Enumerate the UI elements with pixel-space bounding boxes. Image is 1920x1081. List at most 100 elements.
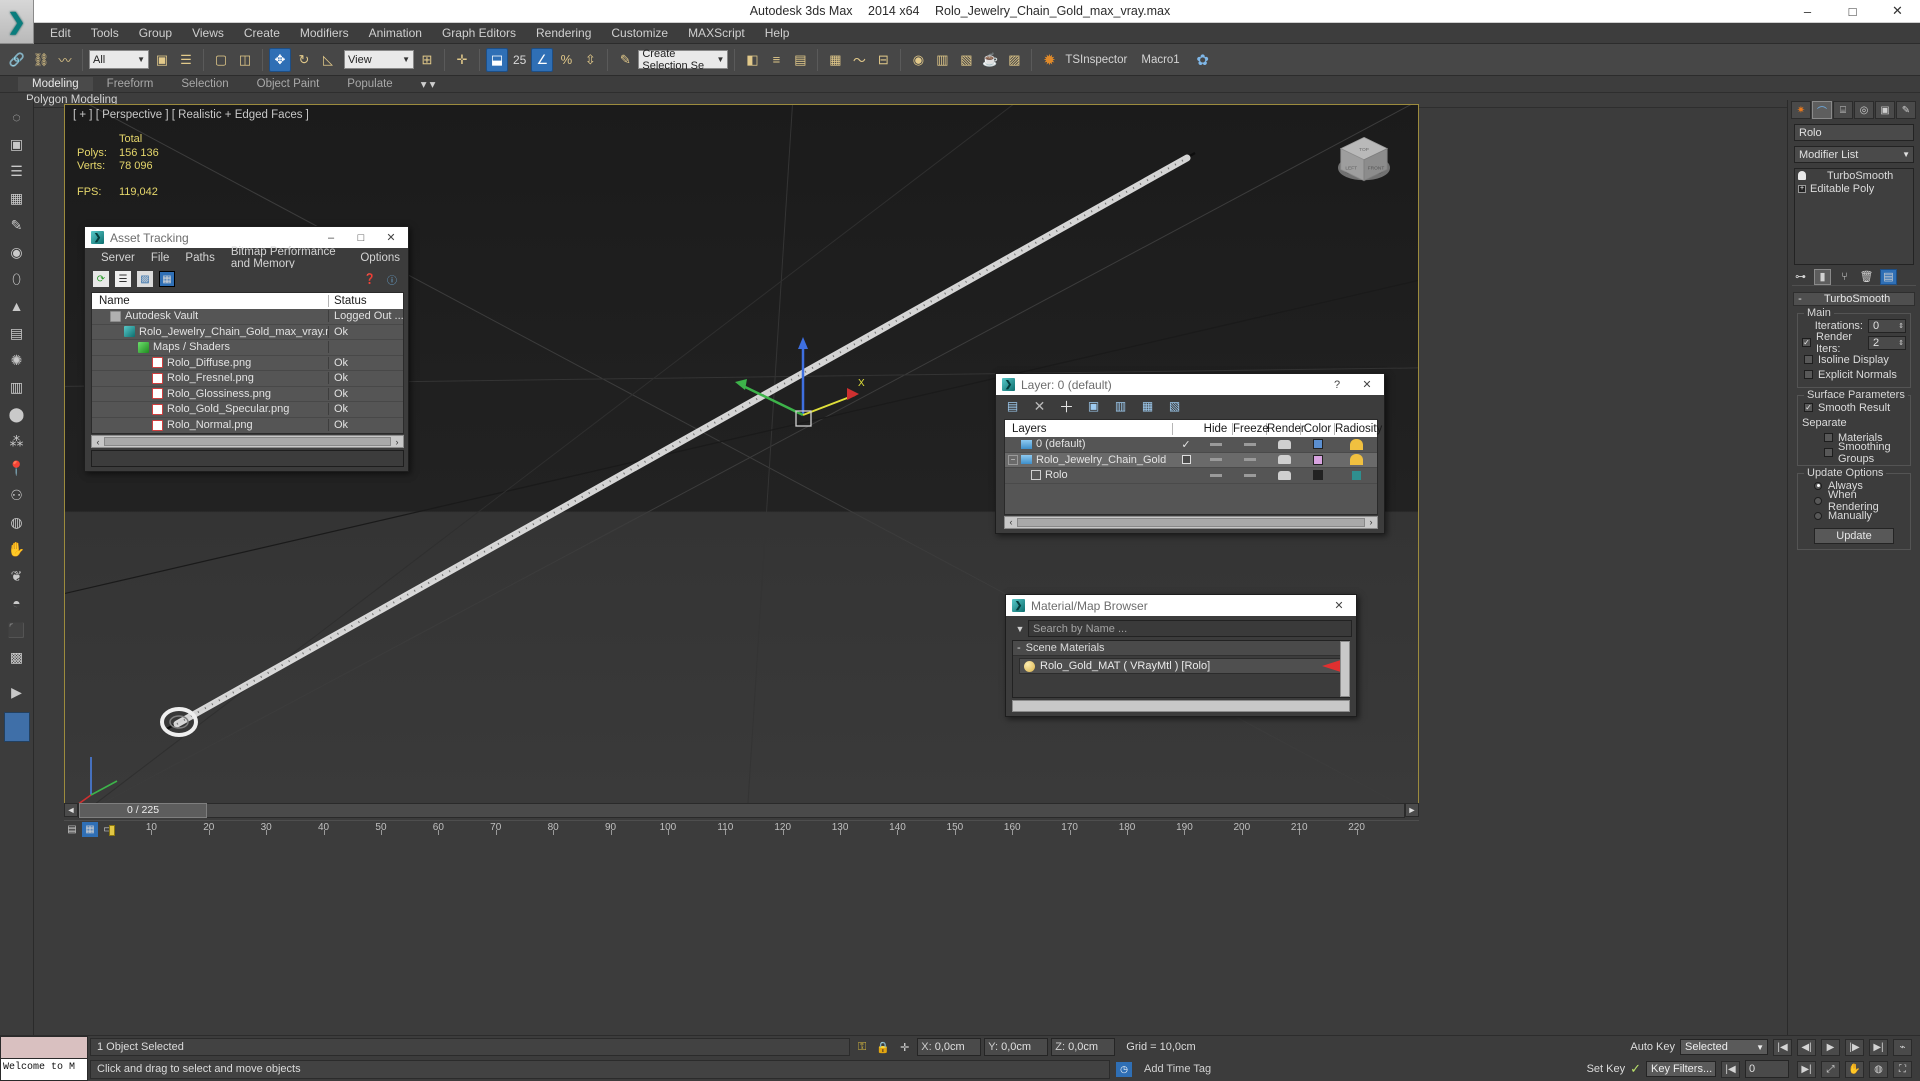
pan-view-icon[interactable]: ✋ [1845, 1060, 1864, 1078]
table-row[interactable]: Maps / Shaders [92, 340, 403, 356]
isoline-display-row[interactable]: Isoline Display [1802, 352, 1906, 367]
add-time-tag-label[interactable]: Add Time Tag [1144, 1063, 1211, 1075]
layer-column-radiosity[interactable]: Radiosity [1335, 423, 1382, 435]
coordinate-y-field[interactable]: Y: 0,0cm [984, 1038, 1049, 1056]
select-and-rotate-icon[interactable]: ↻ [293, 48, 315, 72]
mirror-icon[interactable]: ◧ [741, 48, 763, 72]
rectangular-selection-region-icon[interactable]: ▢ [210, 48, 232, 72]
tool-expand-icon[interactable]: ▶ [3, 679, 31, 705]
named-selection-set-combo[interactable]: Create Selection Se ▼ [638, 48, 729, 72]
material-vertical-scrollbar[interactable] [1340, 641, 1350, 697]
material-search-input[interactable]: Search by Name ... [1028, 620, 1352, 637]
tool-cube-icon[interactable]: ⬛ [3, 617, 31, 643]
table-row[interactable]: Rolo_Jewelry_Chain_Gold_max_vray.max Ok [92, 325, 403, 340]
tool-brush-icon[interactable]: ✎ [3, 212, 31, 238]
tab-motion[interactable]: ◎ [1854, 101, 1874, 119]
percent-snap-toggle-icon[interactable]: % [555, 48, 577, 72]
application-menu-button[interactable]: ❯ [0, 0, 34, 44]
layer-hide-toggle[interactable] [1199, 473, 1233, 477]
selection-lock-toggle-icon[interactable]: ⚿ [858, 1041, 866, 1054]
ribbon-tab-modeling[interactable]: Modeling [18, 77, 93, 91]
remove-modifier-icon[interactable]: 🗑 [1858, 269, 1875, 285]
modifier-list-dropdown[interactable]: Modifier List ▼ [1794, 146, 1914, 163]
time-next-frame-button[interactable]: ► [1405, 803, 1419, 817]
tab-hierarchy[interactable]: ⌸ [1833, 101, 1853, 119]
table-row[interactable]: Rolo_Glossiness.png Ok [92, 387, 403, 402]
layer-color-swatch[interactable] [1301, 470, 1335, 481]
asset-menu-server[interactable]: Server [93, 250, 143, 266]
tool-list-icon[interactable]: ☰ [3, 158, 31, 184]
render-iters-spinner[interactable]: 2 ⇕ [1868, 335, 1906, 350]
spinner-snap-toggle-icon[interactable]: ⇳ [579, 48, 601, 72]
asset-menu-paths[interactable]: Paths [177, 250, 222, 266]
layer-column-layers[interactable]: Layers [1005, 422, 1173, 435]
maxscript-output-line[interactable]: Welcome to M [1, 1059, 87, 1080]
grid-view-icon[interactable]: ▦ [159, 271, 175, 287]
material-map-browser-dialog[interactable]: ❯ Material/Map Browser ✕ ▼ Search by Nam… [1005, 594, 1357, 717]
update-button[interactable]: Update [1814, 528, 1894, 544]
select-object-icon[interactable]: ▣ [151, 48, 173, 72]
object-name-field[interactable]: Rolo [1794, 124, 1914, 141]
key-filters-toggle-icon[interactable]: ✓ [1630, 1061, 1641, 1077]
rollout-collapse-icon[interactable]: - [1794, 293, 1806, 305]
maxscript-input-line[interactable] [1, 1037, 87, 1059]
asset-column-name[interactable]: Name [92, 295, 329, 307]
curve-editor-icon[interactable]: 〜 [848, 48, 870, 72]
time-slider-thumb[interactable]: 0 / 225 [79, 802, 207, 818]
info-icon[interactable]: ⓘ [384, 271, 400, 287]
reference-coordinate-system-combo[interactable]: View ▼ [344, 50, 414, 69]
lightbulb-icon[interactable] [1798, 171, 1806, 180]
ribbon-tab-selection[interactable]: Selection [167, 77, 242, 91]
auto-key-button[interactable]: Auto Key [1630, 1041, 1675, 1053]
group-collapse-icon[interactable]: - [1017, 642, 1021, 654]
tsinspector-label[interactable]: TSInspector [1065, 54, 1127, 66]
tool-panel-icon[interactable]: ▤ [3, 320, 31, 346]
scroll-right-icon-2[interactable]: › [1365, 517, 1377, 527]
menu-item-customize[interactable]: Customize [601, 24, 678, 42]
asset-tracking-dialog[interactable]: ❯ Asset Tracking – □ ✕ Server File Paths… [84, 226, 409, 472]
isoline-display-checkbox[interactable] [1804, 355, 1813, 364]
selection-set-combo[interactable]: Selected ▼ [1680, 1039, 1768, 1055]
layer-column-render[interactable]: Render [1267, 422, 1305, 435]
tool-biped-icon[interactable]: ⚇ [3, 482, 31, 508]
current-frame-field[interactable]: 0 [1745, 1060, 1789, 1078]
tab-utilities[interactable]: ✎ [1896, 101, 1916, 119]
filter-funnel-icon[interactable]: ▼ [1012, 624, 1028, 634]
macro1-label[interactable]: Macro1 [1141, 54, 1179, 66]
toggle-scene-explorer-icon[interactable]: ▦ [824, 48, 846, 72]
angle-snap-toggle-icon[interactable]: ∠ [531, 47, 554, 72]
explicit-normals-checkbox[interactable] [1804, 370, 1813, 379]
scroll-right-icon[interactable]: › [391, 437, 403, 447]
select-objects-in-layer-icon[interactable]: ▣ [1085, 398, 1102, 415]
asset-menu-file[interactable]: File [143, 250, 178, 266]
menu-item-create[interactable]: Create [234, 24, 290, 42]
tool-camera-icon[interactable]: ▥ [3, 374, 31, 400]
macro-icon[interactable]: ✿ [1192, 48, 1214, 72]
create-new-layer-icon[interactable]: ▤ [1004, 398, 1021, 415]
refresh-icon[interactable]: ⟳ [93, 271, 109, 287]
tool-hand-icon[interactable]: ✋ [3, 536, 31, 562]
layer-manager-icon[interactable]: ▤ [789, 48, 811, 72]
iterations-spinner[interactable]: 0 ⇕ [1868, 318, 1906, 333]
add-to-layer-icon[interactable]: ＋ [1058, 398, 1075, 416]
tool-pin-icon[interactable]: 📍 [3, 455, 31, 481]
absolute-relative-mode-icon[interactable]: 🔒 [876, 1041, 890, 1054]
menu-item-rendering[interactable]: Rendering [526, 24, 601, 42]
layer-column-hide[interactable]: Hide [1199, 422, 1233, 435]
unlink-selection-icon[interactable]: ⛓ [30, 48, 52, 72]
scroll-thumb[interactable] [104, 437, 391, 446]
time-slider[interactable]: ◄ 0 / 225 ► [64, 802, 1419, 818]
layer-radiosity-toggle[interactable] [1335, 438, 1377, 450]
help-icon[interactable]: ❓ [362, 271, 378, 287]
ribbon-tab-object-paint[interactable]: Object Paint [243, 77, 334, 91]
tool-layers-icon[interactable]: ▩ [3, 644, 31, 670]
time-slider-track[interactable]: 0 / 225 [78, 802, 1405, 818]
smooth-result-checkbox[interactable]: ✓ [1804, 403, 1813, 412]
list-view-icon[interactable]: ☰ [115, 271, 131, 287]
smooth-result-row[interactable]: ✓ Smooth Result [1802, 400, 1906, 415]
layer-freeze-toggle[interactable] [1233, 442, 1267, 446]
asset-path-field[interactable] [91, 450, 404, 467]
layer-horizontal-scrollbar[interactable]: ‹ › [1004, 515, 1378, 529]
render-iters-checkbox[interactable]: ✓ [1802, 338, 1811, 347]
layer-hide-toggle[interactable] [1199, 442, 1233, 446]
